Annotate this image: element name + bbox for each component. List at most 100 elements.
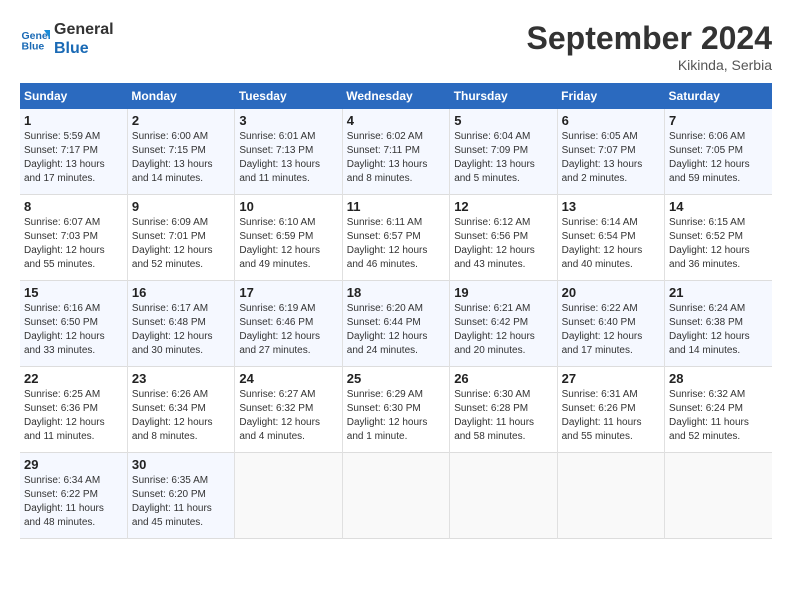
week-row-4: 22 Sunrise: 6:25 AM Sunset: 6:36 PM Dayl… [20, 367, 772, 453]
day-number: 13 [562, 199, 660, 214]
day-info: Sunrise: 6:04 AM Sunset: 7:09 PM Dayligh… [454, 130, 552, 186]
day-number: 7 [669, 113, 768, 128]
day-number: 6 [562, 113, 660, 128]
day-number: 2 [132, 113, 230, 128]
day-cell: 25 Sunrise: 6:29 AM Sunset: 6:30 PM Dayl… [342, 367, 449, 453]
day-info: Sunrise: 6:32 AM Sunset: 6:24 PM Dayligh… [669, 388, 768, 444]
day-cell: 28 Sunrise: 6:32 AM Sunset: 6:24 PM Dayl… [665, 367, 772, 453]
location-subtitle: Kikinda, Serbia [527, 57, 772, 73]
day-info: Sunrise: 6:31 AM Sunset: 6:26 PM Dayligh… [562, 388, 660, 444]
day-info: Sunrise: 6:35 AM Sunset: 6:20 PM Dayligh… [132, 474, 230, 530]
col-header-thursday: Thursday [450, 83, 557, 109]
col-header-saturday: Saturday [665, 83, 772, 109]
day-cell: 22 Sunrise: 6:25 AM Sunset: 6:36 PM Dayl… [20, 367, 127, 453]
day-info: Sunrise: 6:24 AM Sunset: 6:38 PM Dayligh… [669, 302, 768, 358]
day-number: 3 [239, 113, 337, 128]
day-number: 10 [239, 199, 337, 214]
day-number: 19 [454, 285, 552, 300]
day-cell: 17 Sunrise: 6:19 AM Sunset: 6:46 PM Dayl… [235, 281, 342, 367]
day-cell [557, 453, 664, 539]
calendar-body: 1 Sunrise: 5:59 AM Sunset: 7:17 PM Dayli… [20, 109, 772, 539]
day-info: Sunrise: 6:34 AM Sunset: 6:22 PM Dayligh… [24, 474, 123, 530]
day-cell [450, 453, 557, 539]
month-title: September 2024 [527, 20, 772, 57]
svg-text:Blue: Blue [22, 41, 45, 53]
day-info: Sunrise: 6:12 AM Sunset: 6:56 PM Dayligh… [454, 216, 552, 272]
day-info: Sunrise: 6:26 AM Sunset: 6:34 PM Dayligh… [132, 388, 230, 444]
day-cell: 11 Sunrise: 6:11 AM Sunset: 6:57 PM Dayl… [342, 195, 449, 281]
day-cell: 13 Sunrise: 6:14 AM Sunset: 6:54 PM Dayl… [557, 195, 664, 281]
col-header-tuesday: Tuesday [235, 83, 342, 109]
day-info: Sunrise: 6:17 AM Sunset: 6:48 PM Dayligh… [132, 302, 230, 358]
day-number: 25 [347, 371, 445, 386]
day-cell: 26 Sunrise: 6:30 AM Sunset: 6:28 PM Dayl… [450, 367, 557, 453]
day-cell: 27 Sunrise: 6:31 AM Sunset: 6:26 PM Dayl… [557, 367, 664, 453]
day-cell: 6 Sunrise: 6:05 AM Sunset: 7:07 PM Dayli… [557, 109, 664, 195]
day-number: 4 [347, 113, 445, 128]
day-number: 1 [24, 113, 123, 128]
day-cell: 16 Sunrise: 6:17 AM Sunset: 6:48 PM Dayl… [127, 281, 234, 367]
day-cell: 20 Sunrise: 6:22 AM Sunset: 6:40 PM Dayl… [557, 281, 664, 367]
day-info: Sunrise: 6:10 AM Sunset: 6:59 PM Dayligh… [239, 216, 337, 272]
day-number: 15 [24, 285, 123, 300]
col-header-monday: Monday [127, 83, 234, 109]
col-header-sunday: Sunday [20, 83, 127, 109]
day-cell: 30 Sunrise: 6:35 AM Sunset: 6:20 PM Dayl… [127, 453, 234, 539]
day-cell: 24 Sunrise: 6:27 AM Sunset: 6:32 PM Dayl… [235, 367, 342, 453]
day-cell: 5 Sunrise: 6:04 AM Sunset: 7:09 PM Dayli… [450, 109, 557, 195]
day-cell: 7 Sunrise: 6:06 AM Sunset: 7:05 PM Dayli… [665, 109, 772, 195]
day-cell: 9 Sunrise: 6:09 AM Sunset: 7:01 PM Dayli… [127, 195, 234, 281]
day-cell [235, 453, 342, 539]
logo-blue: Blue [54, 39, 114, 58]
day-cell: 2 Sunrise: 6:00 AM Sunset: 7:15 PM Dayli… [127, 109, 234, 195]
week-row-3: 15 Sunrise: 6:16 AM Sunset: 6:50 PM Dayl… [20, 281, 772, 367]
day-info: Sunrise: 6:07 AM Sunset: 7:03 PM Dayligh… [24, 216, 123, 272]
day-info: Sunrise: 6:30 AM Sunset: 6:28 PM Dayligh… [454, 388, 552, 444]
day-cell: 4 Sunrise: 6:02 AM Sunset: 7:11 PM Dayli… [342, 109, 449, 195]
day-number: 20 [562, 285, 660, 300]
week-row-2: 8 Sunrise: 6:07 AM Sunset: 7:03 PM Dayli… [20, 195, 772, 281]
day-cell [665, 453, 772, 539]
day-number: 12 [454, 199, 552, 214]
day-cell: 12 Sunrise: 6:12 AM Sunset: 6:56 PM Dayl… [450, 195, 557, 281]
day-cell: 23 Sunrise: 6:26 AM Sunset: 6:34 PM Dayl… [127, 367, 234, 453]
day-info: Sunrise: 6:14 AM Sunset: 6:54 PM Dayligh… [562, 216, 660, 272]
day-cell: 14 Sunrise: 6:15 AM Sunset: 6:52 PM Dayl… [665, 195, 772, 281]
logo: General Blue General Blue [20, 20, 114, 58]
logo-icon: General Blue [20, 24, 50, 54]
day-cell: 1 Sunrise: 5:59 AM Sunset: 7:17 PM Dayli… [20, 109, 127, 195]
week-row-5: 29 Sunrise: 6:34 AM Sunset: 6:22 PM Dayl… [20, 453, 772, 539]
day-info: Sunrise: 5:59 AM Sunset: 7:17 PM Dayligh… [24, 130, 123, 186]
day-number: 29 [24, 457, 123, 472]
day-info: Sunrise: 6:16 AM Sunset: 6:50 PM Dayligh… [24, 302, 123, 358]
day-number: 27 [562, 371, 660, 386]
day-info: Sunrise: 6:05 AM Sunset: 7:07 PM Dayligh… [562, 130, 660, 186]
day-number: 8 [24, 199, 123, 214]
page-header: General Blue General Blue September 2024… [20, 20, 772, 73]
day-info: Sunrise: 6:09 AM Sunset: 7:01 PM Dayligh… [132, 216, 230, 272]
day-number: 24 [239, 371, 337, 386]
col-header-friday: Friday [557, 83, 664, 109]
day-cell: 18 Sunrise: 6:20 AM Sunset: 6:44 PM Dayl… [342, 281, 449, 367]
title-area: September 2024 Kikinda, Serbia [527, 20, 772, 73]
day-info: Sunrise: 6:01 AM Sunset: 7:13 PM Dayligh… [239, 130, 337, 186]
day-number: 28 [669, 371, 768, 386]
logo-general: General [54, 20, 114, 39]
day-info: Sunrise: 6:20 AM Sunset: 6:44 PM Dayligh… [347, 302, 445, 358]
day-cell: 10 Sunrise: 6:10 AM Sunset: 6:59 PM Dayl… [235, 195, 342, 281]
day-info: Sunrise: 6:29 AM Sunset: 6:30 PM Dayligh… [347, 388, 445, 444]
day-number: 22 [24, 371, 123, 386]
day-number: 30 [132, 457, 230, 472]
day-info: Sunrise: 6:00 AM Sunset: 7:15 PM Dayligh… [132, 130, 230, 186]
day-number: 9 [132, 199, 230, 214]
day-cell: 15 Sunrise: 6:16 AM Sunset: 6:50 PM Dayl… [20, 281, 127, 367]
day-number: 26 [454, 371, 552, 386]
day-number: 11 [347, 199, 445, 214]
day-number: 16 [132, 285, 230, 300]
day-info: Sunrise: 6:22 AM Sunset: 6:40 PM Dayligh… [562, 302, 660, 358]
day-number: 21 [669, 285, 768, 300]
day-info: Sunrise: 6:15 AM Sunset: 6:52 PM Dayligh… [669, 216, 768, 272]
day-number: 23 [132, 371, 230, 386]
day-cell [342, 453, 449, 539]
day-number: 5 [454, 113, 552, 128]
